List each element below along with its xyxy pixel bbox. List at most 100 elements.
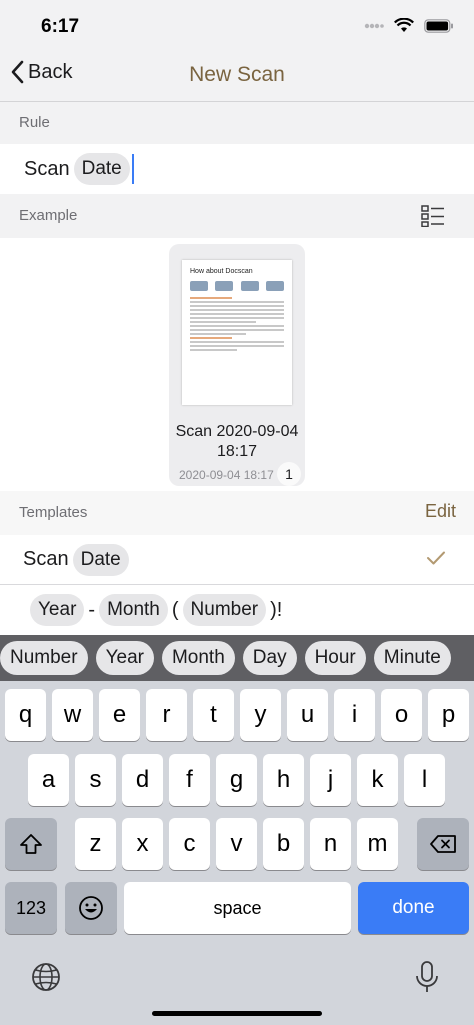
keyboard: q w e r t y u i o p a s d f g h j k l z …	[0, 681, 474, 1025]
text-caret	[131, 154, 134, 184]
key-u[interactable]: u	[287, 689, 328, 741]
thumbnail-line	[190, 341, 284, 343]
key-h[interactable]: h	[263, 754, 304, 806]
key-t[interactable]: t	[193, 689, 234, 741]
thumbnail-figure	[190, 281, 208, 291]
numbers-key[interactable]: 123	[5, 882, 57, 934]
thumbnail-figure	[240, 281, 259, 291]
template-chip-year: Year	[30, 594, 85, 626]
thumbnail-line	[190, 321, 256, 323]
document-card[interactable]: How about Docscan Scan 2020-09-04 18:17	[169, 244, 305, 486]
delete-key[interactable]	[417, 818, 469, 870]
status-icons	[364, 18, 454, 33]
key-y[interactable]: y	[240, 689, 281, 741]
nav-bar: Back New Scan	[0, 50, 474, 102]
thumbnail-figure	[215, 281, 234, 291]
suggestion-minute[interactable]: Minute	[373, 641, 451, 675]
thumbnail-line	[190, 313, 284, 315]
template-text: Scan	[23, 548, 69, 570]
globe-icon[interactable]	[30, 961, 62, 993]
template-chip-date: Date	[72, 543, 129, 576]
thumbnail-line	[190, 349, 237, 351]
template-chip-month: Month	[99, 594, 168, 626]
key-b[interactable]: b	[263, 818, 304, 870]
wifi-icon	[394, 18, 414, 32]
key-q[interactable]: q	[5, 689, 46, 741]
thumbnail-line	[190, 329, 284, 331]
space-key[interactable]: space	[124, 882, 351, 934]
microphone-icon[interactable]	[414, 960, 440, 994]
suggestion-year[interactable]: Year	[95, 641, 154, 675]
key-r[interactable]: r	[146, 689, 187, 741]
backspace-icon	[430, 835, 456, 853]
example-area: How about Docscan Scan 2020-09-04 18:17	[0, 238, 474, 491]
suggestion-month[interactable]: Month	[161, 641, 235, 675]
thumbnail-line	[190, 333, 247, 335]
thumbnail-line	[190, 317, 284, 319]
shift-icon	[20, 834, 42, 854]
list-view-icon[interactable]	[421, 205, 445, 227]
key-v[interactable]: v	[216, 818, 257, 870]
rule-text: Scan	[24, 157, 70, 180]
status-bar: 6:17	[0, 0, 474, 50]
page-count-badge: 1	[277, 462, 301, 486]
key-g[interactable]: g	[216, 754, 257, 806]
thumbnail-line	[190, 337, 233, 339]
key-c[interactable]: c	[169, 818, 210, 870]
thumbnail-line	[190, 297, 233, 299]
key-m[interactable]: m	[357, 818, 398, 870]
key-w[interactable]: w	[52, 689, 93, 741]
page-title: New Scan	[189, 63, 285, 86]
key-x[interactable]: x	[122, 818, 163, 870]
key-i[interactable]: i	[334, 689, 375, 741]
key-d[interactable]: d	[122, 754, 163, 806]
template-row[interactable]: Year - Month ( Number )!	[0, 585, 474, 635]
home-indicator	[152, 1011, 322, 1016]
token-suggestion-bar: Number Year Month Day Hour Minute	[0, 635, 474, 681]
suggestion-hour[interactable]: Hour	[304, 641, 366, 675]
document-date: 2020-09-04 18:17	[179, 468, 274, 482]
key-s[interactable]: s	[75, 754, 116, 806]
thumbnail-line	[190, 309, 284, 311]
key-f[interactable]: f	[169, 754, 210, 806]
thumbnail-line	[190, 325, 284, 327]
example-section-header: Example	[0, 194, 474, 238]
emoji-key[interactable]	[65, 882, 117, 934]
rule-section-header: Rule	[0, 102, 474, 144]
key-e[interactable]: e	[99, 689, 140, 741]
key-j[interactable]: j	[310, 754, 351, 806]
shift-key[interactable]	[5, 818, 57, 870]
template-separator: -	[88, 598, 96, 621]
suggestion-day[interactable]: Day	[242, 641, 297, 675]
document-thumbnail-title: How about Docscan	[190, 268, 253, 275]
signal-icon	[364, 23, 384, 28]
template-separator: (	[171, 598, 179, 621]
thumbnail-line	[190, 301, 284, 303]
suggestion-number[interactable]: Number	[0, 641, 88, 675]
done-key[interactable]: done	[358, 882, 469, 934]
key-p[interactable]: p	[428, 689, 469, 741]
template-separator: )!	[270, 598, 283, 621]
key-a[interactable]: a	[28, 754, 69, 806]
battery-icon	[424, 18, 453, 33]
key-z[interactable]: z	[75, 818, 116, 870]
template-chip-number: Number	[182, 594, 267, 626]
thumbnail-line	[190, 305, 284, 307]
edit-templates-button[interactable]: Edit	[425, 501, 456, 522]
rule-chip-date[interactable]: Date	[73, 153, 130, 185]
rule-input[interactable]: Scan Date	[0, 144, 474, 194]
thumbnail-figure	[265, 281, 284, 291]
key-o[interactable]: o	[381, 689, 422, 741]
key-l[interactable]: l	[404, 754, 445, 806]
emoji-icon	[79, 896, 103, 920]
templates-section-header: Templates	[0, 491, 474, 535]
token-suggestions: Number Year Month Day Hour Minute	[0, 641, 451, 675]
key-k[interactable]: k	[357, 754, 398, 806]
key-n[interactable]: n	[310, 818, 351, 870]
document-thumbnail-figures	[190, 281, 284, 291]
document-thumbnail: How about Docscan	[182, 260, 292, 405]
document-name: Scan 2020-09-04 18:17	[175, 423, 299, 460]
template-row[interactable]: Scan Date	[0, 535, 474, 585]
status-time: 6:17	[41, 16, 80, 37]
thumbnail-line	[190, 345, 284, 347]
